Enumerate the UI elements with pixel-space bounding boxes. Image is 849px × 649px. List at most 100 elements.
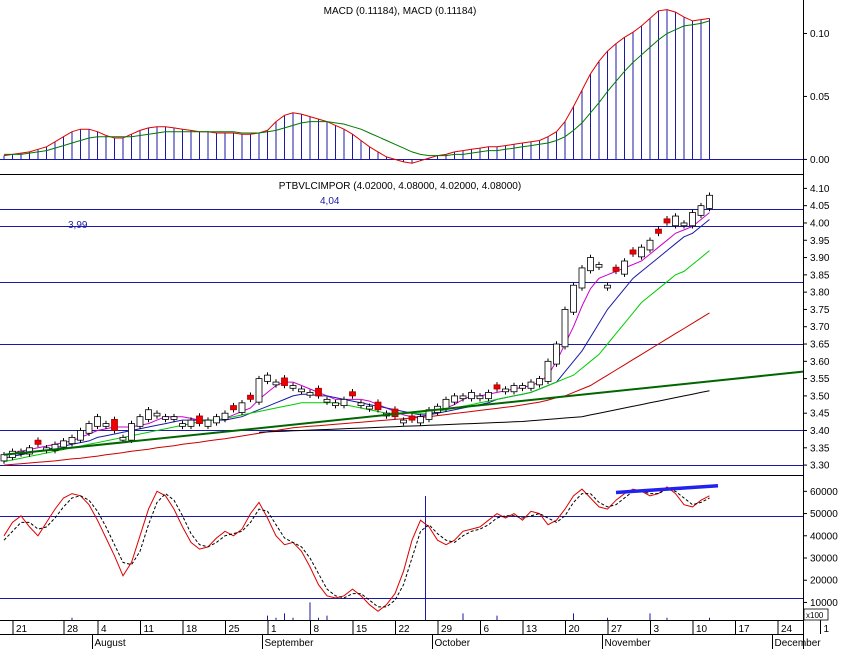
candle-body bbox=[204, 419, 212, 427]
x-tick-label: 10 bbox=[696, 624, 708, 635]
candle-body bbox=[349, 391, 356, 397]
month-label: August bbox=[95, 638, 126, 649]
panel-frames bbox=[0, 0, 804, 649]
candle-body bbox=[451, 395, 458, 403]
candle-body bbox=[544, 360, 552, 382]
candle-body bbox=[400, 419, 407, 424]
candle-body bbox=[493, 384, 501, 390]
candle-body bbox=[612, 266, 620, 272]
candle-body bbox=[595, 264, 603, 268]
candle-body bbox=[34, 439, 42, 445]
macd-panel: MACD (0.11184), MACD (0.11184) 0.10 0.05 0… bbox=[0, 6, 830, 166]
candle-body bbox=[221, 412, 229, 420]
price-axis-tick-label: 3.55 bbox=[810, 374, 830, 385]
price-axis-tick-label: 3.80 bbox=[810, 288, 830, 299]
candle-body bbox=[587, 257, 594, 272]
candle-body bbox=[298, 388, 305, 393]
price-axis-tick-label: 3.75 bbox=[810, 305, 830, 316]
candle-body bbox=[289, 385, 297, 389]
price-panel: PTBVLCIMPOR (4.02000, 4.08000, 4.02000, … bbox=[0, 181, 830, 472]
x-tick-label: 24 bbox=[781, 624, 793, 635]
x-tick-label: 29 bbox=[441, 624, 453, 635]
x-tick-label: 15 bbox=[356, 624, 368, 635]
candle-body bbox=[663, 218, 671, 224]
candle-body bbox=[153, 412, 161, 417]
x-tick-label: 13 bbox=[526, 624, 538, 635]
x-tick-label: 11 bbox=[144, 624, 155, 635]
candle-body bbox=[697, 205, 705, 216]
x-tick-label: 27 bbox=[611, 624, 623, 635]
price-axis-tick-label: 3.30 bbox=[810, 461, 830, 472]
candle-body bbox=[510, 385, 518, 393]
candle-body bbox=[187, 419, 195, 427]
candle-body bbox=[374, 401, 382, 411]
candle-body bbox=[306, 392, 314, 396]
price-axis-tick-label: 3.60 bbox=[810, 357, 830, 368]
osc-axis-tick-label: 10000 bbox=[810, 598, 838, 609]
candle-body bbox=[145, 409, 152, 420]
candle-body bbox=[638, 246, 645, 258]
month-label: December bbox=[775, 638, 822, 649]
candle-body bbox=[519, 385, 526, 389]
osc-axis-tick-label: 40000 bbox=[810, 531, 838, 542]
candle-body bbox=[604, 284, 611, 289]
candle-body bbox=[119, 437, 127, 441]
x-tick-label: 8 bbox=[314, 624, 320, 635]
candle-body bbox=[230, 405, 237, 411]
x-tick-label: 1 bbox=[271, 624, 277, 635]
candle-body bbox=[502, 388, 509, 393]
candle-body bbox=[672, 215, 679, 227]
candle-body bbox=[272, 381, 280, 386]
candle-body bbox=[408, 415, 416, 421]
candle-body bbox=[102, 423, 110, 427]
candle-body bbox=[553, 343, 560, 365]
candle-body bbox=[629, 249, 637, 255]
candle-body bbox=[247, 394, 254, 400]
x-tick-label: 22 bbox=[399, 624, 411, 635]
candle-body bbox=[578, 267, 586, 289]
candle-body bbox=[162, 416, 169, 420]
candle-body bbox=[646, 239, 654, 251]
candle-body bbox=[689, 212, 696, 227]
x-tick-label: 1 bbox=[824, 624, 830, 635]
price-axis-tick-label: 3.35 bbox=[810, 443, 830, 454]
price-trendline bbox=[3, 370, 804, 456]
candle-body bbox=[476, 395, 484, 400]
candle-body bbox=[468, 392, 475, 400]
candle-body bbox=[238, 402, 246, 413]
month-label: September bbox=[265, 638, 315, 649]
macd-axis-tick-label: 0.10 bbox=[810, 29, 830, 40]
candle-body bbox=[485, 392, 492, 400]
candle-body bbox=[570, 284, 577, 313]
candle-body bbox=[332, 402, 339, 406]
price-axis-tick-label: 3.85 bbox=[810, 270, 830, 281]
macd-title: MACD (0.11184), MACD (0.11184) bbox=[324, 6, 477, 17]
price-axis-tick-label: 3.65 bbox=[810, 340, 830, 351]
candle-body bbox=[323, 398, 331, 403]
macd-signal-line bbox=[4, 20, 710, 157]
candle-body bbox=[357, 402, 365, 406]
candle-body bbox=[281, 377, 288, 386]
stock-chart: MACD (0.11184), MACD (0.11184) 0.10 0.05 0… bbox=[0, 0, 838, 649]
macd-histogram bbox=[3, 9, 710, 164]
candle-body bbox=[85, 423, 93, 434]
candle-body bbox=[136, 416, 144, 427]
candle-body bbox=[94, 416, 101, 427]
osc-axis-tick-label: 20000 bbox=[810, 576, 838, 587]
candle-body bbox=[213, 416, 220, 424]
macd-axis-tick-label: 0.05 bbox=[810, 92, 830, 103]
x-tick-label: 21 bbox=[16, 624, 28, 635]
ma50-line bbox=[3, 312, 710, 466]
x-tick-label: 25 bbox=[229, 624, 241, 635]
month-label: November bbox=[605, 638, 652, 649]
unit-label: x100 bbox=[806, 611, 824, 620]
x-tick-label: 17 bbox=[739, 624, 751, 635]
annotation-3-99: 3,99 bbox=[68, 220, 88, 231]
price-axis-tick-label: 3.90 bbox=[810, 253, 830, 264]
candle-body bbox=[128, 423, 135, 441]
candle-body bbox=[170, 416, 178, 420]
price-axis-tick-label: 3.50 bbox=[810, 391, 830, 402]
candle-body bbox=[179, 423, 186, 427]
candle-body bbox=[527, 381, 535, 389]
price-axis-tick-label: 3.40 bbox=[810, 426, 830, 437]
